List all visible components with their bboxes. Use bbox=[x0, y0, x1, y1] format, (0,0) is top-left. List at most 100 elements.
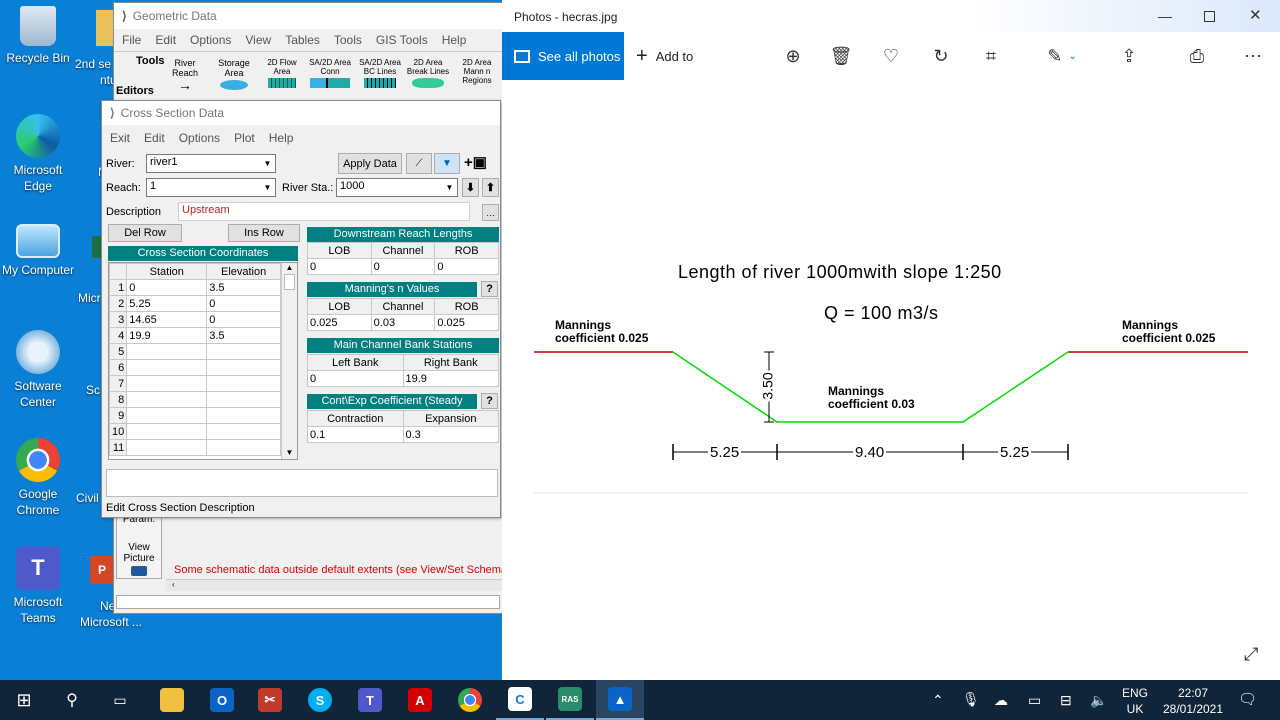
sa-2d-conn-tool[interactable]: SA/2D Area Conn bbox=[306, 54, 354, 94]
table-row[interactable]: 8 bbox=[109, 391, 281, 408]
scroll-thumb[interactable] bbox=[284, 274, 295, 290]
elevation-cell[interactable]: 0 bbox=[206, 295, 281, 312]
notifications-icon[interactable]: 🗨 bbox=[1238, 690, 1257, 708]
elevation-cell[interactable] bbox=[206, 391, 281, 408]
menu-help[interactable]: Help bbox=[442, 33, 467, 47]
menu-tools[interactable]: Tools bbox=[334, 33, 362, 47]
river-select[interactable]: river1 ▼ bbox=[146, 154, 276, 173]
menu-plot[interactable]: Plot bbox=[234, 131, 255, 145]
station-cell[interactable]: 14.65 bbox=[126, 311, 208, 328]
menu-options[interactable]: Options bbox=[179, 131, 220, 145]
storage-area-tool[interactable]: Storage Area bbox=[212, 54, 256, 94]
elevation-cell[interactable]: 3.5 bbox=[206, 279, 281, 296]
chevron-down-icon[interactable]: ▼ bbox=[442, 179, 457, 196]
menu-edit[interactable]: Edit bbox=[144, 131, 165, 145]
elevation-cell[interactable] bbox=[206, 439, 281, 456]
downstream-rob-cell[interactable]: 0 bbox=[434, 258, 499, 275]
table-row[interactable]: 4 19.9 3.5 bbox=[109, 327, 281, 344]
river-sta-select[interactable]: 1000 ▼ bbox=[336, 178, 458, 197]
prev-station-button[interactable]: ⬆ bbox=[482, 178, 499, 197]
elevation-cell[interactable] bbox=[206, 375, 281, 392]
taskbar-file-explorer[interactable] bbox=[148, 680, 196, 720]
elevation-cell[interactable]: 3.5 bbox=[206, 327, 281, 344]
plot-tool-button[interactable]: ⟋ bbox=[406, 153, 432, 174]
menu-tables[interactable]: Tables bbox=[285, 33, 320, 47]
table-row[interactable]: 6 bbox=[109, 359, 281, 376]
volume-icon[interactable]: 🔈 bbox=[1090, 692, 1107, 709]
menu-gis-tools[interactable]: GIS Tools bbox=[376, 33, 428, 47]
start-button[interactable]: ⊞ bbox=[0, 680, 48, 720]
downstream-channel-cell[interactable]: 0 bbox=[370, 258, 436, 275]
expansion-cell[interactable]: 0.3 bbox=[402, 426, 499, 443]
table-row[interactable]: 2 5.25 0 bbox=[109, 295, 281, 312]
search-button[interactable]: ⚲ bbox=[48, 680, 96, 720]
view-picture-button[interactable]: Param. View Picture bbox=[116, 513, 162, 579]
table-row[interactable]: 3 14.65 0 bbox=[109, 311, 281, 328]
taskbar-skype[interactable]: S bbox=[296, 680, 344, 720]
station-cell[interactable]: 0 bbox=[126, 279, 208, 296]
taskbar-chrome[interactable] bbox=[446, 680, 494, 720]
onedrive-icon[interactable]: ☁ bbox=[994, 692, 1008, 709]
desktop-icon-teams[interactable]: T Microsoft Teams bbox=[0, 546, 76, 626]
desktop-icon-recycle-bin[interactable]: Recycle Bin bbox=[0, 6, 76, 66]
table-row[interactable]: 5 bbox=[109, 343, 281, 360]
elevation-cell[interactable] bbox=[206, 423, 281, 440]
table-row[interactable]: 1 0 3.5 bbox=[109, 279, 281, 296]
desktop-icon-my-computer[interactable]: My Computer bbox=[0, 224, 76, 278]
table-row[interactable]: 10 bbox=[109, 423, 281, 440]
left-bank-cell[interactable]: 0 bbox=[307, 370, 404, 387]
coords-scrollbar[interactable]: ▲ ▼ bbox=[281, 263, 297, 459]
taskbar-app[interactable]: C bbox=[496, 680, 544, 720]
add-picture-button[interactable]: +▣ bbox=[464, 155, 498, 173]
table-row[interactable]: 9 bbox=[109, 407, 281, 424]
elevation-cell[interactable] bbox=[206, 359, 281, 376]
desktop-icon-chrome[interactable]: Google Chrome bbox=[0, 438, 76, 518]
station-cell[interactable] bbox=[126, 407, 208, 424]
station-cell[interactable] bbox=[126, 439, 208, 456]
taskbar-teams[interactable]: T bbox=[346, 680, 394, 720]
menu-edit[interactable]: Edit bbox=[155, 33, 176, 47]
apply-data-button[interactable]: Apply Data bbox=[338, 153, 402, 174]
station-cell[interactable] bbox=[126, 375, 208, 392]
elevation-cell[interactable] bbox=[206, 343, 281, 360]
2d-mann-n-regions-tool[interactable]: 2D Area Mann n Regions bbox=[454, 54, 500, 94]
mannings-rob-cell[interactable]: 0.025 bbox=[434, 314, 499, 331]
station-cell[interactable] bbox=[126, 343, 208, 360]
menu-view[interactable]: View bbox=[245, 33, 271, 47]
show-hidden-icons[interactable]: ⌃ bbox=[932, 692, 944, 709]
station-cell[interactable]: 5.25 bbox=[126, 295, 208, 312]
chevron-down-icon[interactable]: ▼ bbox=[260, 155, 275, 172]
taskbar-hecras[interactable]: RAS bbox=[546, 680, 594, 720]
2d-flow-area-tool[interactable]: 2D Flow Area bbox=[260, 54, 304, 94]
description-more-button[interactable]: … bbox=[482, 204, 499, 221]
taskbar-acrobat[interactable]: A bbox=[396, 680, 444, 720]
taskbar-photos[interactable]: ▲ bbox=[596, 680, 644, 720]
microphone-icon[interactable]: 🎙 bbox=[962, 691, 980, 708]
network-icon[interactable]: ⊟ bbox=[1060, 692, 1072, 709]
mannings-lob-cell[interactable]: 0.025 bbox=[307, 314, 372, 331]
table-row[interactable]: 7 bbox=[109, 375, 281, 392]
downstream-lob-cell[interactable]: 0 bbox=[307, 258, 372, 275]
mannings-channel-cell[interactable]: 0.03 bbox=[370, 314, 436, 331]
station-cell[interactable] bbox=[126, 423, 208, 440]
expand-icon[interactable]: ⤢ bbox=[1244, 644, 1258, 665]
water-level-button[interactable]: ▼ bbox=[434, 153, 460, 174]
cont-exp-help-button[interactable]: ? bbox=[481, 393, 498, 409]
elevation-cell[interactable]: 0 bbox=[206, 311, 281, 328]
right-bank-cell[interactable]: 19.9 bbox=[402, 370, 499, 387]
table-row[interactable]: 11 bbox=[109, 439, 281, 456]
battery-icon[interactable]: ▭ bbox=[1028, 692, 1041, 709]
task-view-button[interactable]: ▭ bbox=[96, 680, 144, 720]
desktop-icon-software-center[interactable]: Software Center bbox=[0, 330, 76, 410]
language-indicator[interactable]: ENG UK bbox=[1122, 685, 1148, 717]
scroll-up-icon[interactable]: ▲ bbox=[282, 263, 297, 272]
del-row-button[interactable]: Del Row bbox=[108, 224, 182, 242]
horizontal-scrollbar[interactable]: ‹ bbox=[166, 579, 502, 591]
description-field[interactable]: Upstream bbox=[178, 202, 470, 221]
menu-options[interactable]: Options bbox=[190, 33, 231, 47]
station-cell[interactable]: 19.9 bbox=[126, 327, 208, 344]
elevation-cell[interactable] bbox=[206, 407, 281, 424]
river-reach-tool[interactable]: River Reach → bbox=[162, 54, 208, 94]
chevron-down-icon[interactable]: ▼ bbox=[260, 179, 275, 196]
2d-break-lines-tool[interactable]: 2D Area Break Lines bbox=[404, 54, 452, 94]
